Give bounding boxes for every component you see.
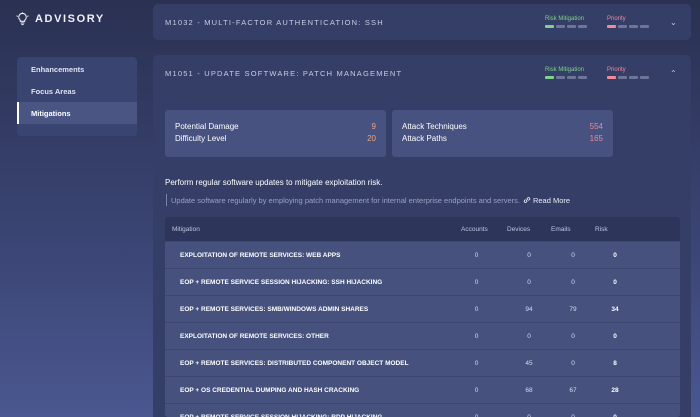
mitigation-detail-text: Update software regularly by employing p… — [171, 195, 520, 205]
devices-count: 0 — [527, 332, 531, 340]
devices-count: 94 — [525, 305, 533, 313]
sidebar-item-label: Focus Areas — [31, 86, 76, 96]
emails-count: 79 — [569, 305, 577, 313]
mitigation-name: EOP + REMOTE SERVICE SESSION HIJACKING: … — [180, 413, 383, 417]
devices-count: 0 — [527, 278, 531, 286]
column-header-mitigation[interactable]: Mitigation — [165, 226, 447, 233]
panel-header[interactable]: M1032 - MULTI-FACTOR AUTHENTICATION: SSH… — [153, 4, 691, 40]
priority-meter: Priority — [607, 16, 663, 28]
risk-mitigation-label: Risk Mitigation — [545, 67, 585, 74]
mitigation-table: Mitigation Accounts Devices Emails Risk … — [165, 217, 680, 417]
sidebar-item-label: Enhancements — [31, 64, 85, 74]
mitigation-name: EOP + REMOTE SERVICES: DISTRIBUTED COMPO… — [180, 359, 409, 367]
table-row[interactable]: EOP + REMOTE SERVICE SESSION HIJACKING: … — [165, 403, 680, 417]
mitigation-name: EOP + REMOTE SERVICE SESSION HIJACKING: … — [180, 278, 383, 286]
table-row[interactable]: EOP + REMOTE SERVICES: SMB/WINDOWS ADMIN… — [165, 295, 680, 322]
column-header-devices[interactable]: Devices — [507, 226, 551, 233]
accounts-count: 0 — [474, 386, 479, 394]
accounts-count: 0 — [474, 251, 479, 259]
panel-title: M1051 - UPDATE SOFTWARE: PATCH MANAGEMEN… — [165, 68, 403, 78]
accounts-count: 0 — [474, 359, 479, 367]
sidebar-item-focus-areas[interactable]: Focus Areas — [17, 80, 137, 102]
accounts-count: 0 — [474, 332, 479, 340]
risk-score: 28 — [611, 386, 619, 394]
table-body: EXPLOITATION OF REMOTE SERVICES: WEB APP… — [165, 241, 680, 417]
accounts-count: 0 — [474, 413, 479, 417]
risk-mitigation-bars — [545, 25, 601, 28]
devices-count: 45 — [525, 359, 533, 367]
devices-count: 0 — [527, 413, 531, 417]
mitigation-name: EOP + REMOTE SERVICES: SMB/WINDOWS ADMIN… — [180, 305, 369, 313]
priority-label: Priority — [607, 16, 626, 23]
stat-value: 554 — [589, 122, 603, 131]
table-header: Mitigation Accounts Devices Emails Risk — [165, 217, 680, 241]
emails-count: 67 — [569, 386, 577, 394]
risk-score: 8 — [613, 359, 617, 367]
panel-header[interactable]: M1051 - UPDATE SOFTWARE: PATCH MANAGEMEN… — [153, 55, 691, 91]
stat-label: Potential Damage — [175, 122, 239, 131]
mitigation-detail: Update software regularly by employing p… — [166, 194, 570, 206]
stat-row: Attack Techniques 554 — [402, 122, 603, 134]
column-header-accounts[interactable]: Accounts — [447, 226, 507, 233]
priority-label: Priority — [607, 67, 626, 74]
stat-label: Difficulty Level — [175, 134, 227, 143]
stat-row: Difficulty Level 20 — [175, 134, 376, 146]
risk-mitigation-bars — [545, 76, 601, 79]
emails-count: 0 — [571, 359, 575, 367]
column-header-risk[interactable]: Risk — [595, 226, 635, 233]
lightbulb-icon — [16, 12, 29, 26]
table-row[interactable]: EOP + REMOTE SERVICE SESSION HIJACKING: … — [165, 268, 680, 295]
table-row[interactable]: EXPLOITATION OF REMOTE SERVICES: WEB APP… — [165, 241, 680, 268]
mitigation-panel-m1032[interactable]: M1032 - MULTI-FACTOR AUTHENTICATION: SSH… — [153, 4, 691, 40]
priority-meter: Priority — [607, 67, 663, 79]
sidebar-item-mitigations[interactable]: Mitigations — [17, 102, 137, 124]
accounts-count: 0 — [474, 305, 479, 313]
read-more-label: Read More — [532, 195, 571, 205]
damage-stats-card: Potential Damage 9 Difficulty Level 20 — [165, 110, 386, 157]
app-title: ADVISORY — [35, 13, 105, 25]
emails-count: 0 — [571, 332, 575, 340]
mitigation-name: EOP + OS CREDENTIAL DUMPING AND HASH CRA… — [180, 386, 360, 394]
sidebar-item-label: Mitigations — [31, 108, 71, 118]
accounts-count: 0 — [474, 278, 479, 286]
risk-score: 34 — [611, 305, 619, 313]
risk-score: 0 — [613, 332, 617, 340]
stat-row: Potential Damage 9 — [175, 122, 376, 134]
emails-count: 0 — [571, 413, 575, 417]
mitigation-name: EXPLOITATION OF REMOTE SERVICES: WEB APP… — [180, 251, 341, 259]
stat-label: Attack Techniques — [402, 122, 467, 131]
devices-count: 0 — [527, 251, 531, 259]
emails-count: 0 — [571, 251, 575, 259]
priority-bars — [607, 76, 663, 79]
risk-mitigation-meter: Risk Mitigation — [545, 67, 601, 79]
mitigation-name: EXPLOITATION OF REMOTE SERVICES: OTHER — [180, 332, 329, 340]
chevron-up-icon[interactable]: ⌃ — [669, 69, 679, 78]
sidebar: Enhancements Focus Areas Mitigations — [17, 57, 137, 136]
link-icon — [523, 197, 531, 203]
sidebar-item-enhancements[interactable]: Enhancements — [17, 58, 137, 80]
devices-count: 68 — [525, 386, 533, 394]
stat-value: 20 — [367, 134, 376, 143]
priority-bars — [607, 25, 663, 28]
stat-value: 9 — [371, 122, 376, 131]
risk-score: 0 — [613, 278, 617, 286]
stat-label: Attack Paths — [402, 134, 447, 143]
emails-count: 0 — [571, 278, 575, 286]
read-more-link[interactable]: Read More — [523, 196, 570, 205]
mitigation-summary: Perform regular software updates to miti… — [165, 178, 383, 187]
brand: ADVISORY — [16, 12, 105, 26]
risk-mitigation-label: Risk Mitigation — [545, 16, 585, 23]
stat-row: Attack Paths 165 — [402, 134, 603, 146]
risk-score: 0 — [613, 251, 617, 259]
risk-score: 0 — [613, 413, 617, 417]
table-row[interactable]: EOP + REMOTE SERVICES: DISTRIBUTED COMPO… — [165, 349, 680, 376]
column-header-emails[interactable]: Emails — [551, 226, 595, 233]
table-row[interactable]: EXPLOITATION OF REMOTE SERVICES: OTHER 0 0… — [165, 322, 680, 349]
attack-stats-card: Attack Techniques 554 Attack Paths 165 — [392, 110, 613, 157]
panel-title: M1032 - MULTI-FACTOR AUTHENTICATION: SSH — [165, 17, 384, 27]
risk-mitigation-meter: Risk Mitigation — [545, 16, 601, 28]
chevron-down-icon[interactable]: ⌄ — [669, 18, 679, 27]
table-row[interactable]: EOP + OS CREDENTIAL DUMPING AND HASH CRA… — [165, 376, 680, 403]
stat-value: 165 — [589, 134, 603, 143]
